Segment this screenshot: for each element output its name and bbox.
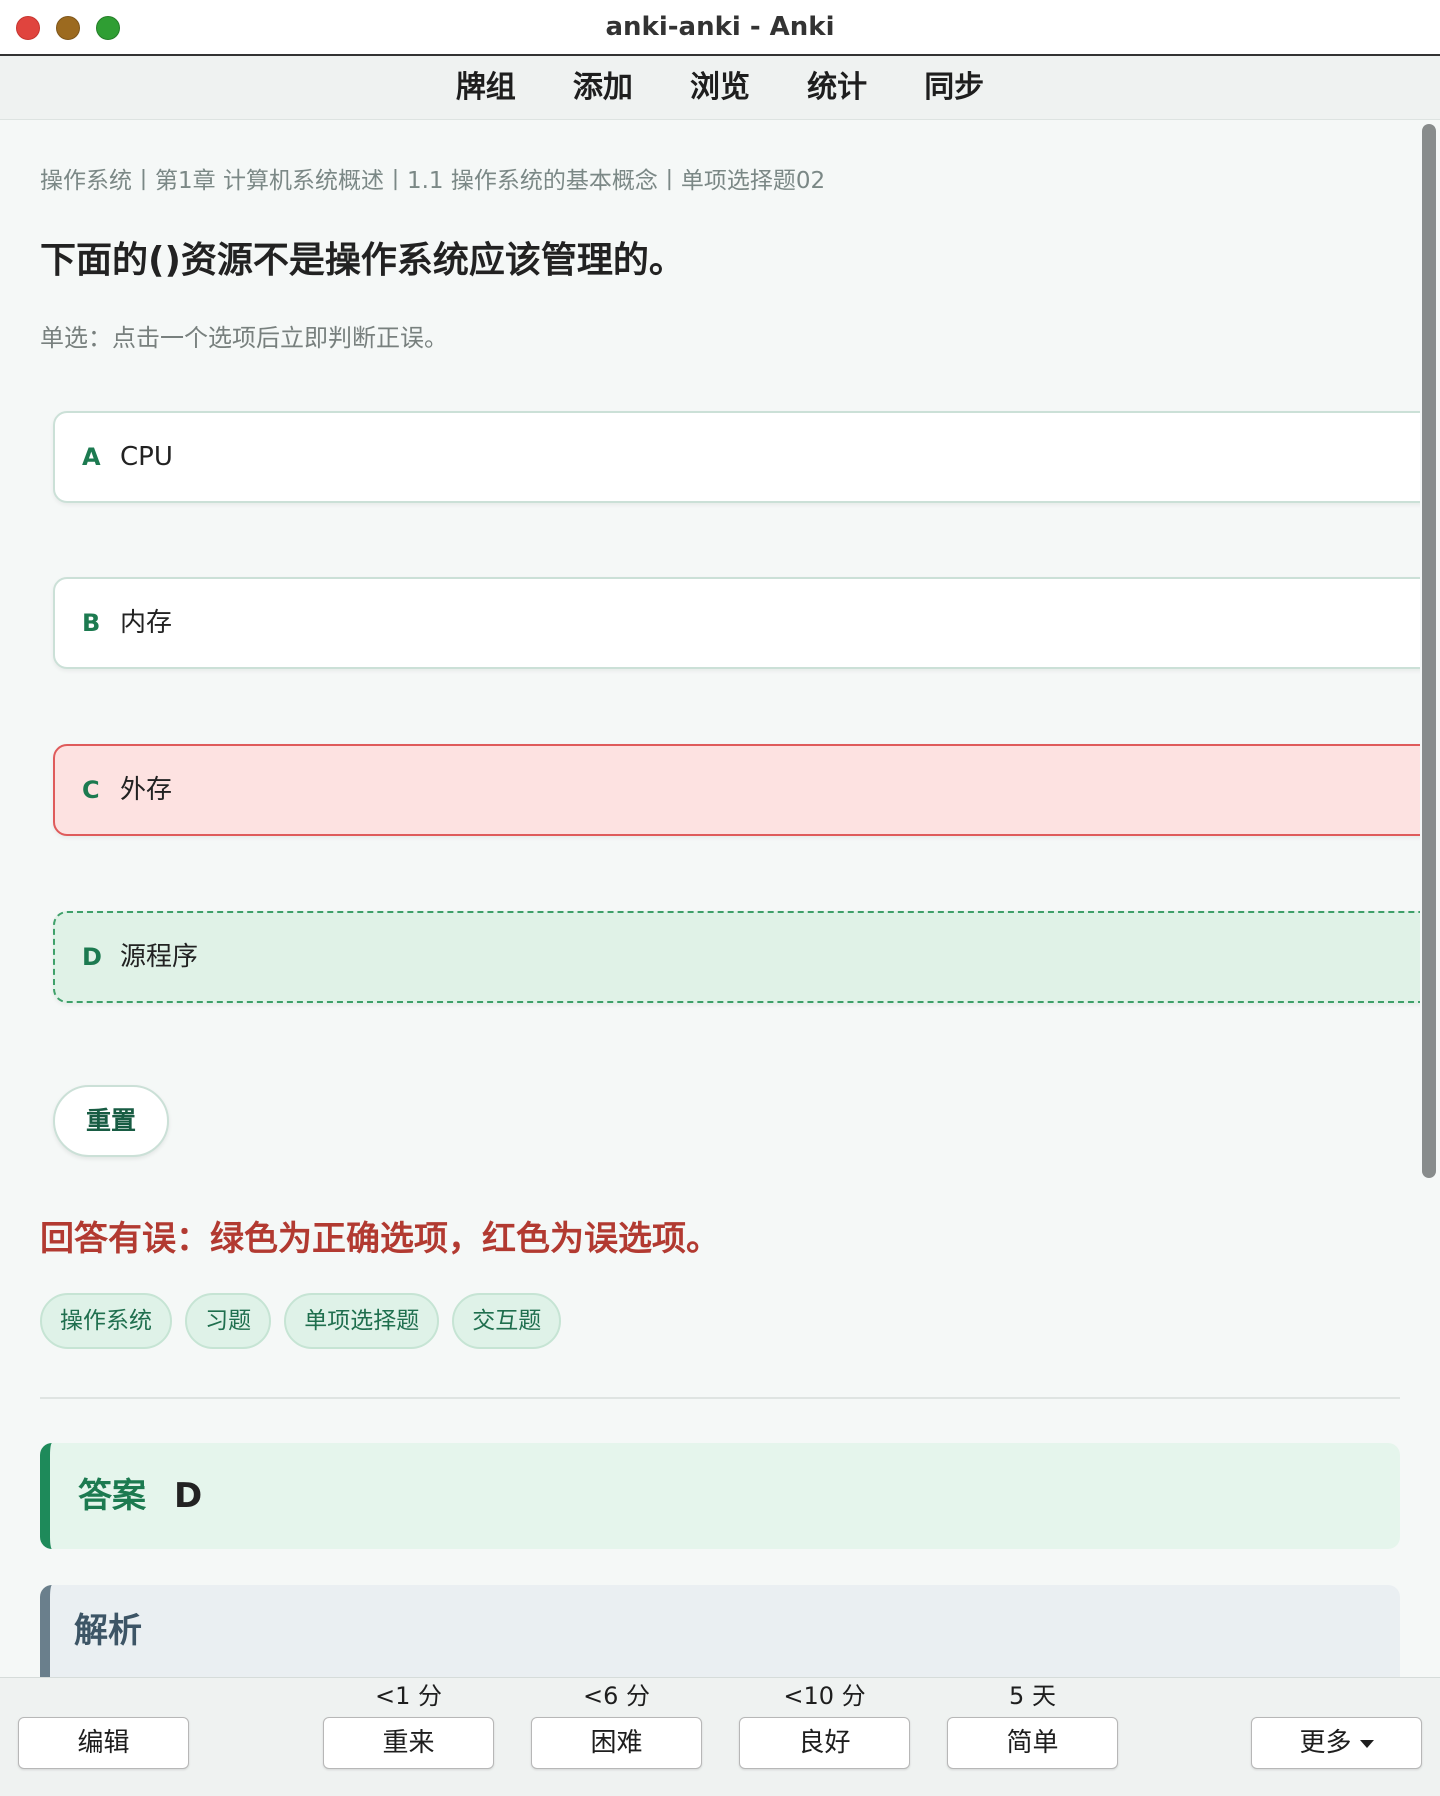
nav-sync[interactable]: 同步 bbox=[924, 56, 984, 120]
nav-browse[interactable]: 浏览 bbox=[690, 56, 750, 120]
option-c-wrong[interactable]: C 外存 bbox=[53, 744, 1420, 836]
question-text: 下面的()资源不是操作系统应该管理的。 bbox=[40, 240, 685, 281]
option-b[interactable]: B 内存 bbox=[53, 577, 1420, 669]
review-bottom-bar: 编辑 <1 分 重来 <6 分 困难 <10 分 良好 5 天 简单 更多 bbox=[0, 1677, 1440, 1796]
option-letter: C bbox=[82, 776, 100, 804]
again-button[interactable]: 重来 bbox=[323, 1717, 494, 1769]
option-a[interactable]: A CPU bbox=[53, 411, 1420, 503]
nav-add[interactable]: 添加 bbox=[573, 56, 633, 120]
breadcrumb: 操作系统丨第1章 计算机系统概述丨1.1 操作系统的基本概念丨单项选择题02 bbox=[40, 168, 826, 194]
edit-button[interactable]: 编辑 bbox=[18, 1717, 189, 1769]
reset-button[interactable]: 重置 bbox=[53, 1085, 169, 1157]
nav-stats[interactable]: 统计 bbox=[807, 56, 867, 120]
hard-interval: <6 分 bbox=[582, 1682, 650, 1710]
tag-item: 操作系统 bbox=[40, 1293, 172, 1349]
again-interval: <1 分 bbox=[374, 1682, 442, 1710]
section-divider bbox=[40, 1397, 1400, 1399]
option-d-correct[interactable]: D 源程序 bbox=[53, 911, 1420, 1003]
card-content: 操作系统丨第1章 计算机系统概述丨1.1 操作系统的基本概念丨单项选择题02 下… bbox=[0, 121, 1420, 1677]
more-label: 更多 bbox=[1299, 1728, 1352, 1758]
answer-value: D bbox=[174, 1476, 203, 1516]
answer-box: 答案 D bbox=[40, 1443, 1400, 1549]
title-bar: anki-anki - Anki bbox=[0, 0, 1440, 56]
vertical-scrollbar[interactable] bbox=[1422, 124, 1436, 1178]
anki-window: anki-anki - Anki 牌组 添加 浏览 统计 同步 操作系统丨第1章… bbox=[0, 0, 1440, 1796]
tag-item: 习题 bbox=[185, 1293, 272, 1349]
nav-decks[interactable]: 牌组 bbox=[456, 56, 516, 120]
easy-interval: 5 天 bbox=[1009, 1682, 1056, 1710]
explanation-box: 解析 bbox=[40, 1585, 1400, 1677]
option-text: CPU bbox=[120, 442, 173, 472]
more-button[interactable]: 更多 bbox=[1251, 1717, 1422, 1769]
window-title: anki-anki - Anki bbox=[605, 12, 835, 42]
good-interval: <10 分 bbox=[783, 1682, 866, 1710]
question-hint: 单选：点击一个选项后立即判断正误。 bbox=[40, 324, 448, 352]
option-text: 源程序 bbox=[120, 942, 199, 972]
option-letter: B bbox=[82, 609, 101, 637]
option-letter: A bbox=[82, 443, 101, 471]
good-button[interactable]: 良好 bbox=[739, 1717, 910, 1769]
main-toolbar: 牌组 添加 浏览 统计 同步 bbox=[0, 56, 1440, 120]
tag-item: 交互题 bbox=[452, 1293, 562, 1349]
result-message: 回答有误：绿色为正确选项，红色为误选项。 bbox=[40, 1219, 720, 1259]
option-letter: D bbox=[82, 943, 102, 971]
hard-button[interactable]: 困难 bbox=[531, 1717, 702, 1769]
option-text: 内存 bbox=[120, 608, 173, 638]
tag-list: 操作系统 习题 单项选择题 交互题 bbox=[40, 1293, 569, 1349]
option-text: 外存 bbox=[120, 775, 173, 805]
explanation-label: 解析 bbox=[74, 1611, 142, 1651]
tag-item: 单项选择题 bbox=[284, 1293, 440, 1349]
answer-label: 答案 bbox=[78, 1476, 146, 1516]
chevron-down-icon bbox=[1359, 1739, 1374, 1748]
easy-button[interactable]: 简单 bbox=[947, 1717, 1118, 1769]
